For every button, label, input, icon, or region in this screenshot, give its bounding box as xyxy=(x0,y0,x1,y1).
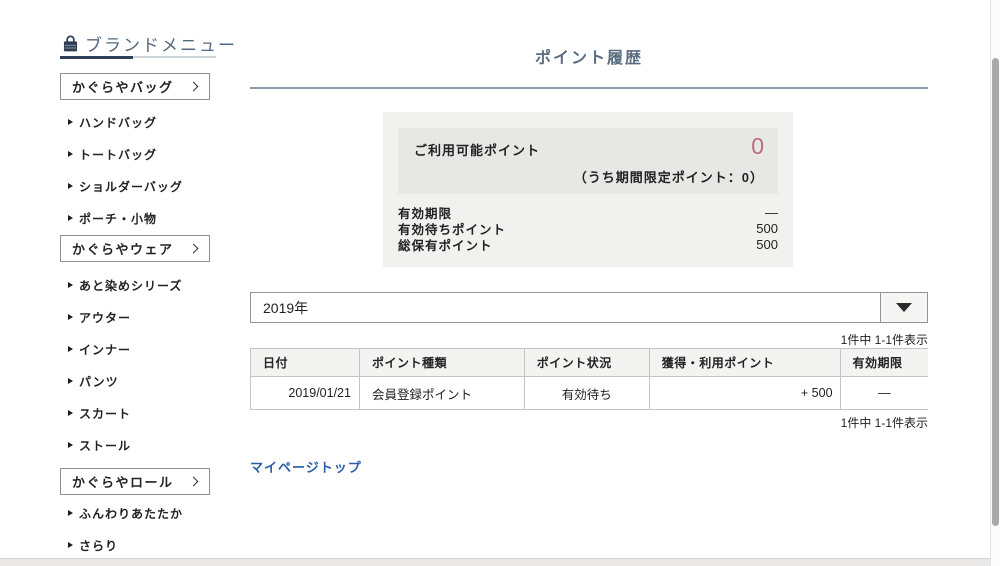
brand-menu-title: ブランドメニュー xyxy=(85,31,237,56)
result-count-top: 1件中 1-1件表示 xyxy=(628,331,928,348)
sidebar-category-kaguraya-roll[interactable]: かぐらやロール xyxy=(60,468,210,495)
available-points-label: ご利用可能ポイント xyxy=(414,140,540,159)
cell-expiry: — xyxy=(840,377,928,410)
triangle-right-icon xyxy=(68,183,73,189)
sidebar-group-bag-items: ハンドバッグ トートバッグ ショルダーバッグ ポーチ・小物 xyxy=(60,106,216,234)
sidebar-group-roll-items: ふんわりあたたか さらり xyxy=(60,497,216,561)
year-select[interactable]: 2019年 xyxy=(250,292,928,323)
sidebar-item-inner[interactable]: インナー xyxy=(60,333,216,365)
header-point-status: ポイント状況 xyxy=(524,349,649,377)
chevron-right-icon xyxy=(189,82,199,92)
sidebar-category-kaguraya-bag[interactable]: かぐらやバッグ xyxy=(60,73,210,100)
sidebar-item-skirt[interactable]: スカート xyxy=(60,397,216,429)
triangle-right-icon xyxy=(68,378,73,384)
bag-icon xyxy=(60,33,81,54)
year-select-value: 2019年 xyxy=(251,293,880,322)
mypage-top-link[interactable]: マイページトップ xyxy=(250,457,362,476)
page-scrollbar[interactable] xyxy=(990,0,1000,566)
triangle-down-icon xyxy=(896,303,912,312)
scrollbar-thumb[interactable] xyxy=(992,58,999,526)
sidebar-item-funwari[interactable]: ふんわりあたたか xyxy=(60,497,216,529)
sidebar-item-shoulderbag[interactable]: ショルダーバッグ xyxy=(60,170,216,202)
point-history-table: 日付 ポイント種類 ポイント状況 獲得・利用ポイント 有効期限 2019/01/… xyxy=(250,348,928,410)
header-earned-used: 獲得・利用ポイント xyxy=(649,349,840,377)
table-header-row: 日付 ポイント種類 ポイント状況 獲得・利用ポイント 有効期限 xyxy=(251,349,929,377)
limited-points-note: （うち期間限定ポイント：0） xyxy=(574,167,764,186)
table-row: 2019/01/21 会員登録ポイント 有効待ち + 500 — xyxy=(251,377,929,410)
triangle-right-icon xyxy=(68,119,73,125)
sidebar-category-kaguraya-wear[interactable]: かぐらやウェア xyxy=(60,235,210,262)
triangle-right-icon xyxy=(68,314,73,320)
title-divider xyxy=(250,87,928,89)
sidebar-item-outer[interactable]: アウター xyxy=(60,301,216,333)
header-date: 日付 xyxy=(251,349,360,377)
cell-date: 2019/01/21 xyxy=(251,377,360,410)
chevron-right-icon xyxy=(189,244,199,254)
triangle-right-icon xyxy=(68,410,73,416)
page: ブランドメニュー かぐらやバッグ ハンドバッグ トートバッグ ショルダーバッグ … xyxy=(0,0,1000,566)
sidebar-item-atozome[interactable]: あと染めシリーズ xyxy=(60,269,216,301)
brand-menu-sidebar: ブランドメニュー かぐらやバッグ ハンドバッグ トートバッグ ショルダーバッグ … xyxy=(60,30,216,561)
sidebar-item-pouch[interactable]: ポーチ・小物 xyxy=(60,202,216,234)
brand-menu-underline xyxy=(60,56,216,59)
year-select-arrow-button[interactable] xyxy=(880,293,927,322)
sidebar-group-wear-items: あと染めシリーズ アウター インナー パンツ スカート ストール xyxy=(60,269,216,461)
summary-row-total: 総保有ポイント 500 xyxy=(398,236,778,252)
cell-point-status: 有効待ち xyxy=(524,377,649,410)
sidebar-item-stole[interactable]: ストール xyxy=(60,429,216,461)
triangle-right-icon xyxy=(68,282,73,288)
available-points-value: 0 xyxy=(751,133,764,160)
triangle-right-icon xyxy=(68,542,73,548)
triangle-right-icon xyxy=(68,510,73,516)
sidebar-item-pants[interactable]: パンツ xyxy=(60,365,216,397)
header-point-type: ポイント種類 xyxy=(359,349,524,377)
header-expiry: 有効期限 xyxy=(840,349,928,377)
available-points-box: ご利用可能ポイント 0 （うち期間限定ポイント：0） xyxy=(398,128,778,194)
cell-point-type: 会員登録ポイント xyxy=(359,377,524,410)
brand-menu-header: ブランドメニュー xyxy=(60,30,216,56)
sidebar-item-sarari[interactable]: さらり xyxy=(60,529,216,561)
chevron-right-icon xyxy=(189,477,199,487)
sidebar-item-totebag[interactable]: トートバッグ xyxy=(60,138,216,170)
triangle-right-icon xyxy=(68,151,73,157)
summary-rows: 有効期限 — 有効待ちポイント 500 総保有ポイント 500 xyxy=(398,204,778,252)
footer-strip xyxy=(0,558,1000,566)
triangle-right-icon xyxy=(68,346,73,352)
cell-earned-used: + 500 xyxy=(649,377,840,410)
page-title: ポイント履歴 xyxy=(250,44,928,68)
point-summary-panel: ご利用可能ポイント 0 （うち期間限定ポイント：0） 有効期限 — 有効待ちポイ… xyxy=(383,112,793,267)
sidebar-item-handbag[interactable]: ハンドバッグ xyxy=(60,106,216,138)
triangle-right-icon xyxy=(68,442,73,448)
triangle-right-icon xyxy=(68,215,73,221)
result-count-bottom: 1件中 1-1件表示 xyxy=(628,414,928,431)
